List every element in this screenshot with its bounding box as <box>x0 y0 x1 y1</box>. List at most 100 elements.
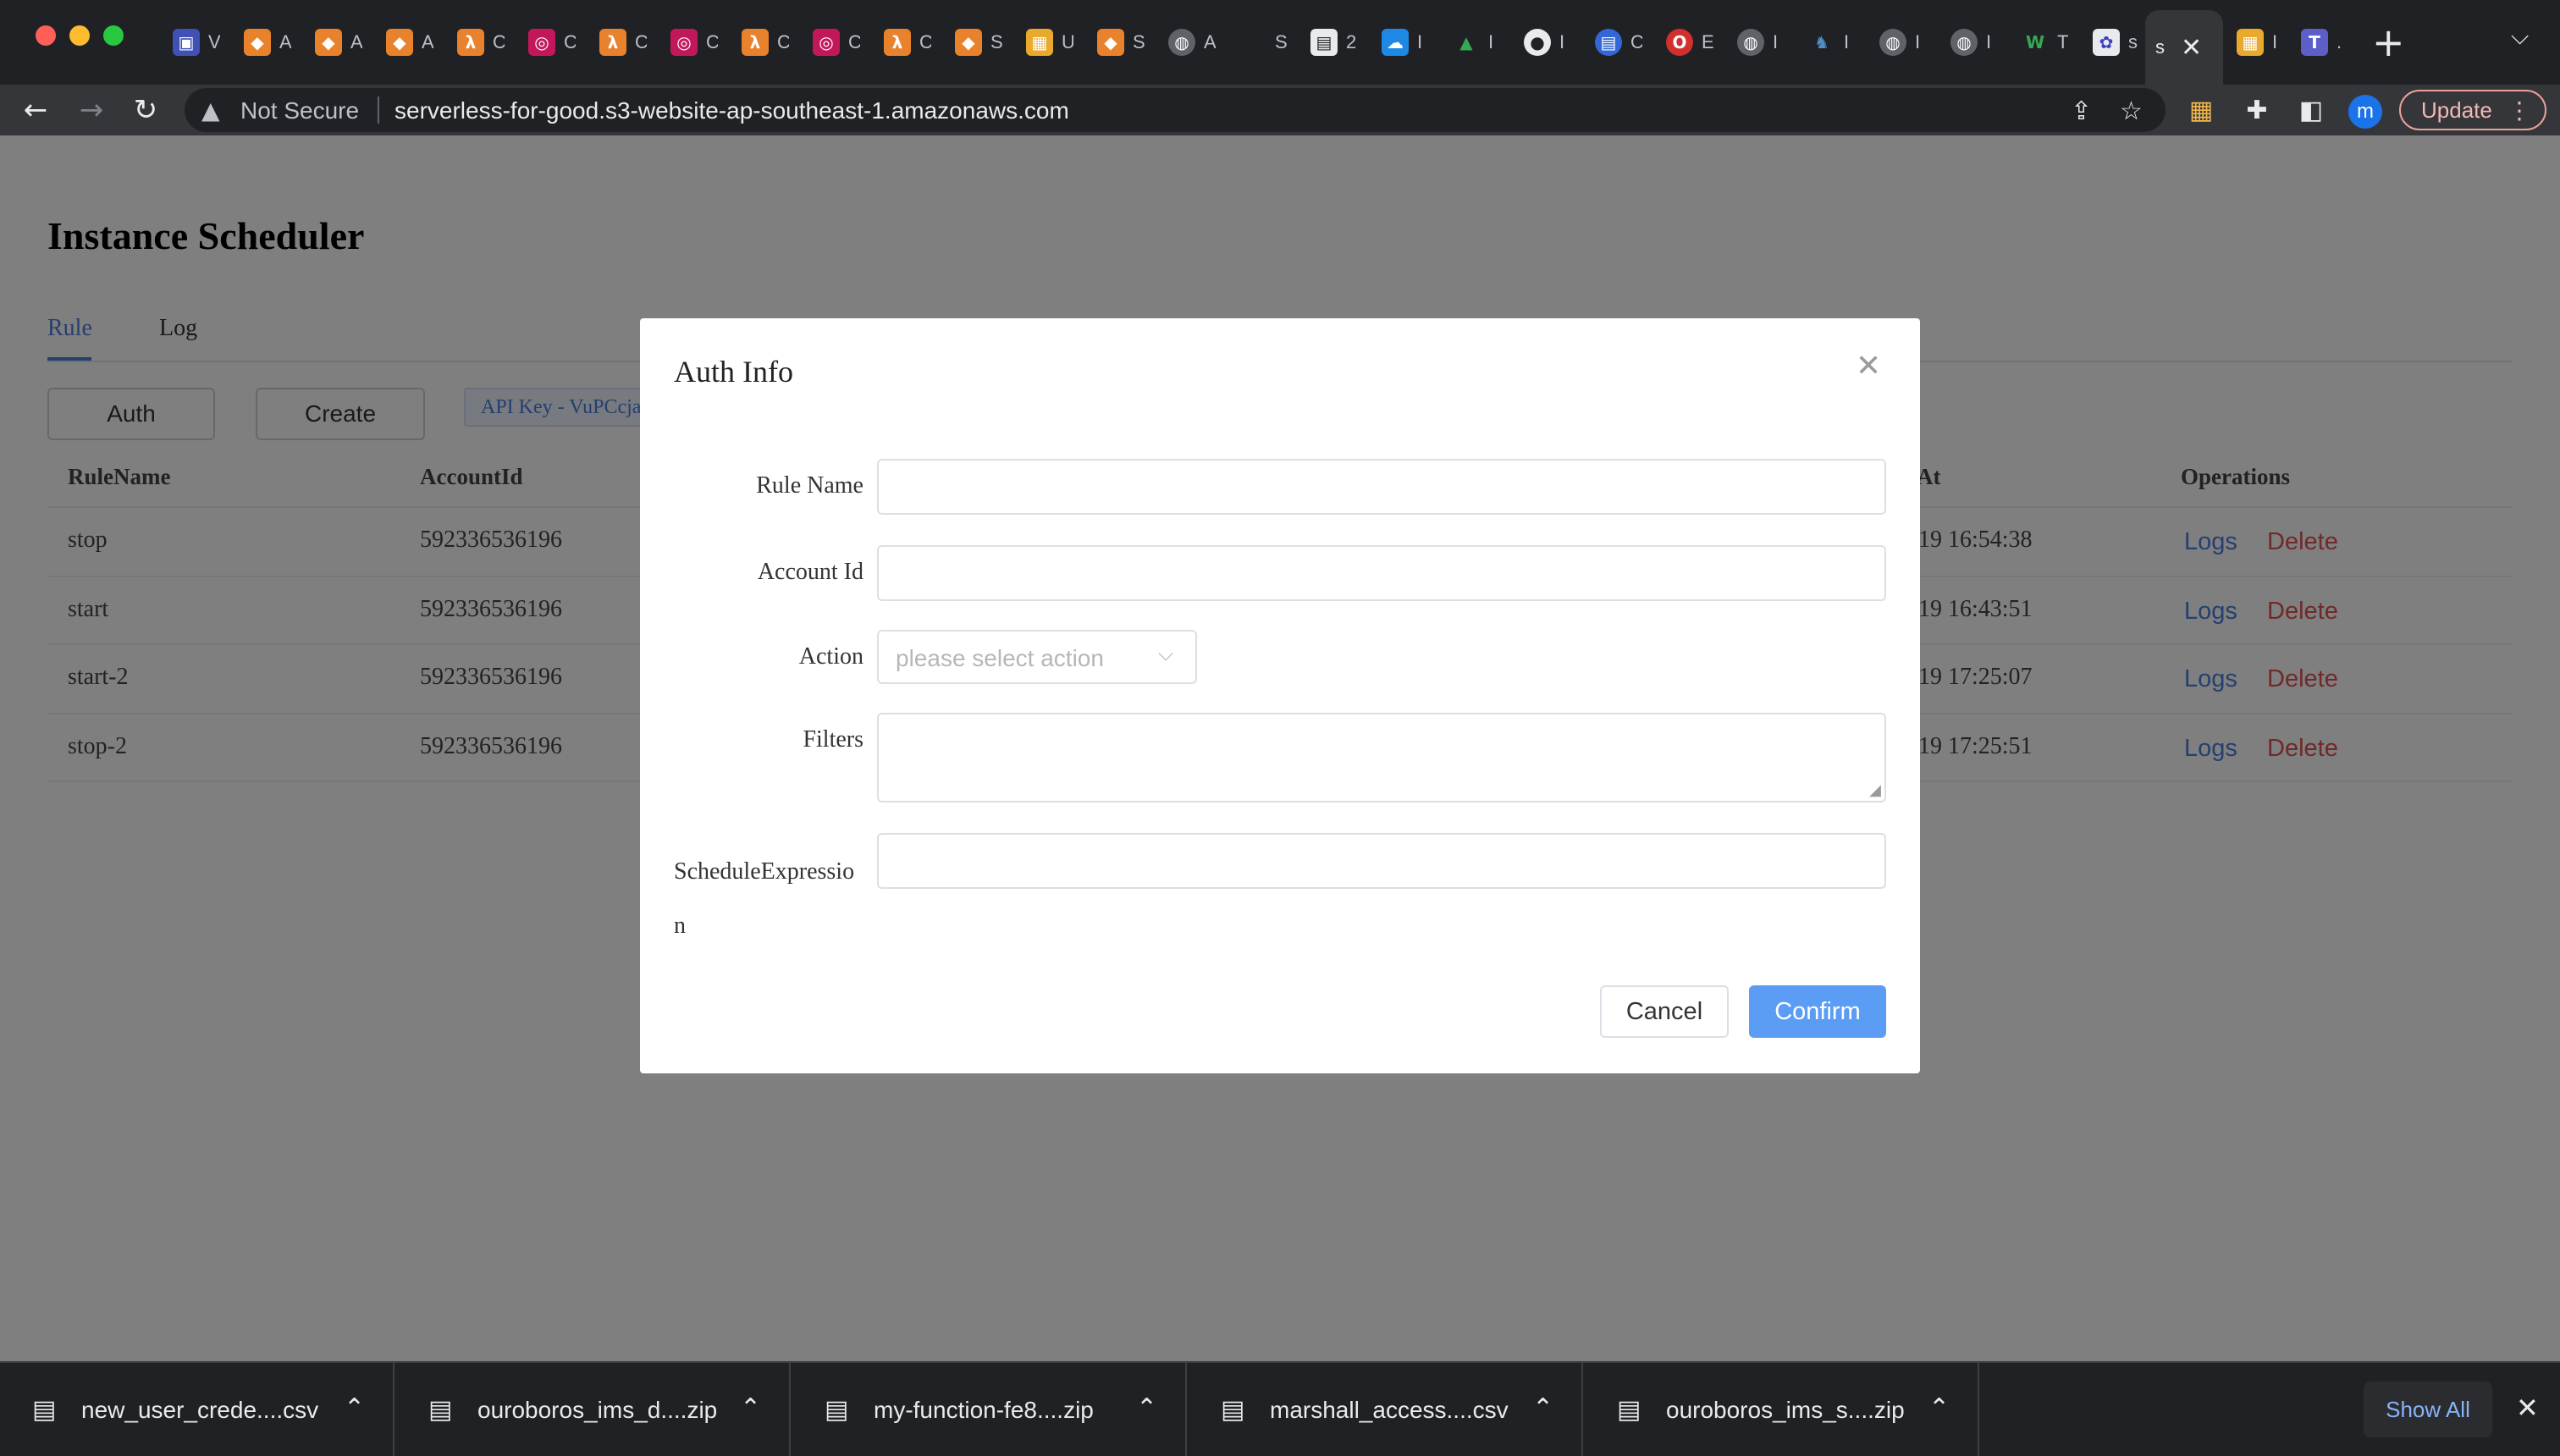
browser-tab[interactable]: ▤ C <box>1585 17 1642 68</box>
browser-tab[interactable]: ◎ C <box>660 17 718 68</box>
github-icon: ● <box>1524 29 1551 56</box>
globe-icon: ◍ <box>1168 29 1195 56</box>
plus-icon[interactable]: + <box>2372 19 2405 66</box>
browser-tab[interactable]: ◍ I <box>1869 17 1927 68</box>
account-id-input[interactable] <box>877 545 1886 601</box>
browser-tab[interactable]: ◍ I <box>1940 17 1998 68</box>
chevron-up-icon[interactable]: ⌃ <box>1532 1393 1553 1423</box>
close-window-button[interactable] <box>36 25 56 46</box>
chevron-up-icon[interactable]: ⌃ <box>344 1393 365 1423</box>
cancel-button[interactable]: Cancel <box>1600 985 1729 1038</box>
browser-tab[interactable]: λC <box>447 17 505 68</box>
auth-info-dialog: Auth Info ✕ Rule Name Account Id Action … <box>640 318 1920 1073</box>
browser-tab[interactable]: ● I <box>1514 17 1571 68</box>
action-select[interactable]: please select action ⌵ <box>877 630 1197 684</box>
browser-tab[interactable]: S <box>1229 17 1287 68</box>
browser-tab[interactable]: ♞ I <box>1798 17 1856 68</box>
browser-tab[interactable]: ◎ C <box>803 17 860 68</box>
file-icon: ▤ <box>32 1395 57 1425</box>
download-filename: new_user_crede....csv <box>81 1397 319 1423</box>
rule-name-label: Rule Name <box>756 472 863 499</box>
close-icon[interactable]: ✕ <box>1856 349 1881 383</box>
browser-tab[interactable]: ▲ I <box>1443 17 1500 68</box>
zoom-window-button[interactable] <box>103 25 124 46</box>
doc-circle-icon: ▤ <box>1595 29 1622 56</box>
browser-tab[interactable]: ◆ S <box>945 17 1002 68</box>
reload-icon[interactable]: ↻ <box>124 88 168 132</box>
star-icon[interactable]: ☆ <box>2120 97 2143 126</box>
resize-handle-icon[interactable]: ◢ <box>1869 781 1881 799</box>
url-text[interactable]: serverless-for-good.s3-website-ap-southe… <box>394 97 1069 124</box>
download-item[interactable]: ▤ ouroboros_ims_s....zip ⌃ <box>1585 1363 1979 1456</box>
cloudwatch-icon: ◎ <box>528 29 555 56</box>
account-id-label: Account Id <box>757 559 863 585</box>
avatar[interactable]: m <box>2348 95 2382 129</box>
aws-cube-icon: ◆ <box>955 29 982 56</box>
aws-cube-icon: ◆ <box>244 29 271 56</box>
browser-tab[interactable]: ✿ s <box>2083 17 2140 68</box>
chevron-up-icon[interactable]: ⌃ <box>740 1393 761 1423</box>
minimize-window-button[interactable] <box>69 25 90 46</box>
browser-tab[interactable]: ▦ I <box>2226 17 2284 68</box>
browser-tab[interactable]: ▦ U <box>1016 17 1073 68</box>
globe-icon: ◍ <box>1950 29 1978 56</box>
share-icon[interactable]: ⇪ <box>2071 97 2092 126</box>
browser-tab[interactable]: ◆ A <box>376 17 433 68</box>
browser-tab[interactable]: ◎ C <box>518 17 576 68</box>
chevron-down-icon: ⌵ <box>1158 642 1174 665</box>
back-arrow-icon[interactable]: ← <box>14 88 58 132</box>
confirm-button[interactable]: Confirm <box>1749 985 1886 1038</box>
download-item[interactable]: ▤ my-function-fe8....zip ⌃ <box>792 1363 1187 1456</box>
browser-tab[interactable]: ◍ I <box>1727 17 1785 68</box>
baidu-paw-icon: ✿ <box>2093 29 2120 56</box>
download-filename: ouroboros_ims_s....zip <box>1666 1397 1905 1423</box>
browser-tab[interactable]: ▣ V <box>163 17 220 68</box>
show-all-button[interactable]: Show All <box>2364 1382 2492 1437</box>
forward-arrow-icon[interactable]: → <box>69 88 113 132</box>
chevron-up-icon[interactable]: ⌃ <box>1136 1393 1157 1423</box>
package-icon: ▦ <box>2237 29 2264 56</box>
rule-name-input[interactable] <box>877 459 1886 515</box>
globe-icon: ◍ <box>1737 29 1764 56</box>
puzzle-icon[interactable]: ✚ <box>2240 93 2274 127</box>
browser-tab-active[interactable]: s ✕ <box>2145 10 2223 85</box>
browser-tab[interactable]: λC <box>589 17 647 68</box>
browser-tab[interactable]: T. <box>2291 17 2348 68</box>
tab-close-icon[interactable]: ✕ <box>2181 33 2202 63</box>
browser-tab[interactable]: OE <box>1656 17 1713 68</box>
kebab-menu-icon[interactable]: ⋮ <box>2508 97 2531 124</box>
teams-icon: T <box>2301 29 2328 56</box>
aws-cube-icon: ◆ <box>315 29 342 56</box>
download-item[interactable]: ▤ ouroboros_ims_d....zip ⌃ <box>396 1363 791 1456</box>
browser-tab[interactable]: ◆ A <box>305 17 362 68</box>
browser-tab[interactable]: λC <box>731 17 789 68</box>
dialog-title: Auth Info <box>674 355 793 389</box>
cloudwatch-icon: ◎ <box>670 29 698 56</box>
chevron-down-icon[interactable]: ⌵ <box>2511 22 2529 51</box>
lambda-icon: λ <box>599 29 626 56</box>
extension-grid-icon[interactable]: ▦ <box>2184 93 2218 127</box>
chat-icon: ☁ <box>1382 29 1409 56</box>
document-icon: ▤ <box>1310 29 1338 56</box>
browser-tabstrip: ▣ V ◆ A ◆ A ◆ A λC ◎ C λC ◎ C λC ◎ C λC ◆ S ▦ U ◆… <box>0 0 2560 85</box>
browser-tab[interactable]: ☁ I <box>1371 17 1429 68</box>
schedule-expression-input[interactable] <box>877 833 1886 889</box>
update-button[interactable]: Update ⋮ <box>2399 90 2546 130</box>
action-label: Action <box>798 643 863 670</box>
chevron-up-icon[interactable]: ⌃ <box>1928 1393 1950 1423</box>
browser-tab[interactable]: WT <box>2011 17 2069 68</box>
download-item[interactable]: ▤ new_user_crede....csv ⌃ <box>0 1363 394 1456</box>
close-icon[interactable]: ✕ <box>2516 1392 2539 1424</box>
filters-textarea[interactable]: ◢ <box>877 713 1886 802</box>
aws-cube-icon: ◆ <box>1097 29 1124 56</box>
download-item[interactable]: ▤ marshall_access....csv ⌃ <box>1189 1363 1583 1456</box>
browser-tab[interactable]: ◍ A <box>1158 17 1216 68</box>
file-icon: ▤ <box>825 1395 849 1425</box>
browser-tab[interactable]: λC <box>874 17 931 68</box>
sidepanel-icon[interactable]: ◧ <box>2294 93 2328 127</box>
browser-tab[interactable]: ▤ 2 <box>1300 17 1358 68</box>
browser-tab[interactable]: ◆ S <box>1087 17 1145 68</box>
address-bar[interactable]: ▲ Not Secure serverless-for-good.s3-webs… <box>185 88 2166 132</box>
browser-tab[interactable]: ◆ A <box>234 17 291 68</box>
action-placeholder: please select action <box>896 645 1104 671</box>
